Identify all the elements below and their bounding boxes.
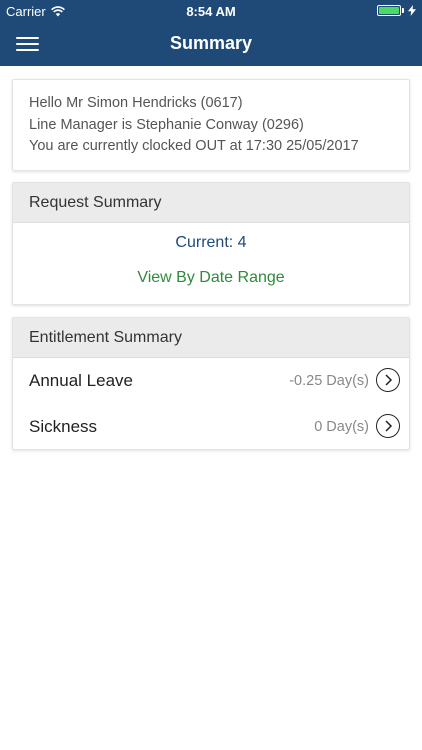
- greeting-card: Hello Mr Simon Hendricks (0617) Line Man…: [12, 79, 410, 171]
- request-summary-card: Request Summary Current: 4 View By Date …: [12, 182, 410, 305]
- status-bar: Carrier 8:54 AM: [0, 0, 422, 22]
- status-right: [377, 5, 416, 16]
- entitlement-row-sickness[interactable]: Sickness 0 Day(s): [13, 404, 409, 449]
- greeting-line: Hello Mr Simon Hendricks (0617): [29, 95, 243, 111]
- chevron-right-icon[interactable]: [376, 368, 400, 392]
- chevron-right-icon[interactable]: [376, 414, 400, 438]
- entitlement-value: -0.25 Day(s): [289, 373, 369, 389]
- battery-icon: [377, 5, 404, 16]
- charging-bolt-icon: [408, 5, 416, 16]
- page-title: Summary: [169, 33, 253, 53]
- view-by-date-range-link[interactable]: View By Date Range: [13, 269, 409, 287]
- status-time: 8:54 AM: [186, 4, 236, 19]
- line-manager-line: Line Manager is Stephanie Conway (0296): [29, 116, 304, 133]
- request-summary-header: Request Summary: [13, 183, 409, 223]
- clock-status-line: You are currently clocked OUT at 17:30 2…: [29, 138, 359, 154]
- entitlement-summary-card: Entitlement Summary Annual Leave -0.25 D…: [12, 317, 410, 450]
- entitlement-value: 0 Day(s): [314, 419, 369, 435]
- top-bar: Carrier 8:54 AM Summary: [0, 0, 422, 66]
- entitlement-summary-header: Entitlement Summary: [13, 318, 409, 358]
- current-requests-count[interactable]: Current: 4: [13, 234, 409, 252]
- entitlement-row-annual-leave[interactable]: Annual Leave -0.25 Day(s): [13, 358, 409, 404]
- entitlement-label: Annual Leave: [29, 371, 133, 390]
- entitlement-label: Sickness: [29, 417, 98, 436]
- navigation-bar: Summary: [0, 22, 422, 66]
